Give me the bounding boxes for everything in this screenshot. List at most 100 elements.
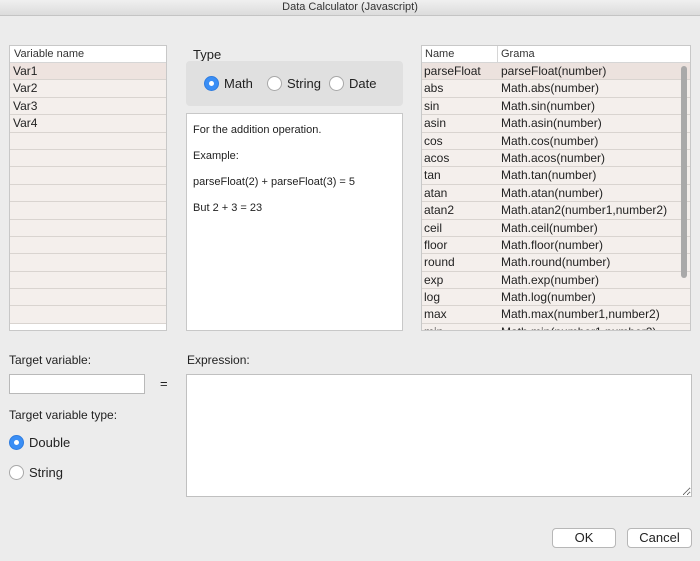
function-name-cell: min <box>422 324 498 330</box>
function-row[interactable]: floor Math.floor(number) <box>422 236 690 255</box>
function-row[interactable]: abs Math.abs(number) <box>422 80 690 98</box>
variable-row[interactable] <box>10 254 166 272</box>
help-line: For the addition operation. <box>193 124 322 136</box>
variable-row[interactable] <box>10 184 166 203</box>
function-grama-cell: Math.min(number1,number2) <box>498 324 656 330</box>
function-name-cell: max <box>424 307 447 322</box>
target-variable-type-label: Target variable type: <box>9 408 118 422</box>
function-grama-cell: Math.exp(number) <box>501 272 600 287</box>
expression-input[interactable] <box>186 374 692 497</box>
function-row[interactable]: asin Math.asin(number) <box>422 115 690 133</box>
expression-label: Expression: <box>187 353 250 367</box>
function-row[interactable]: log Math.log(number) <box>422 289 690 307</box>
function-row[interactable]: round Math.round(number) <box>422 254 690 272</box>
function-name-cell: atan <box>424 185 448 200</box>
function-grama-cell: Math.sin(number) <box>501 98 596 113</box>
variable-row[interactable] <box>10 306 166 324</box>
function-grama-cell: Math.atan2(number1,number2) <box>501 203 668 218</box>
function-name-cell: exp <box>424 272 444 287</box>
column-header-name[interactable]: Name <box>422 46 498 62</box>
radio-selected-icon[interactable] <box>9 435 24 450</box>
variable-row[interactable]: Var1 <box>10 63 166 81</box>
function-grama-cell: Math.ceil(number) <box>501 220 598 235</box>
function-grama-cell: Math.cos(number) <box>501 133 599 148</box>
variable-row[interactable]: Var3 <box>10 97 166 116</box>
function-grama-cell: parseFloat(number) <box>501 64 607 78</box>
equals-sign: = <box>160 376 168 391</box>
type-radio-string[interactable]: String <box>267 76 321 91</box>
function-row[interactable]: ceil Math.ceil(number) <box>422 219 690 237</box>
function-grama-cell: Math.acos(number) <box>501 150 606 165</box>
column-header-grama[interactable]: Grama <box>498 46 535 62</box>
function-name-cell: tan <box>424 168 441 183</box>
function-list-header: Name Grama <box>422 46 690 63</box>
variable-row[interactable] <box>10 167 166 185</box>
type-radio-label: Math <box>224 76 253 91</box>
function-grama-cell: Math.atan(number) <box>501 185 604 200</box>
help-line: But 2 + 3 = 23 <box>193 202 263 214</box>
target-type-label: String <box>29 465 63 480</box>
ok-button[interactable]: OK <box>552 528 616 548</box>
variable-row[interactable] <box>10 149 166 168</box>
help-text-box[interactable]: For the addition operation. Example: par… <box>186 113 403 331</box>
function-name-cell: abs <box>424 81 444 96</box>
target-type-radio-double[interactable]: Double <box>9 435 70 450</box>
function-name-cell: sin <box>424 98 440 113</box>
function-grama-cell: Math.tan(number) <box>501 168 597 183</box>
function-name-cell: ceil <box>424 220 443 235</box>
variable-row[interactable] <box>10 132 166 150</box>
variable-row[interactable] <box>10 202 166 220</box>
cancel-button[interactable]: Cancel <box>627 528 692 548</box>
variable-row[interactable] <box>10 236 166 255</box>
target-type-radio-string[interactable]: String <box>9 465 63 480</box>
type-radio-group: Math String Date <box>186 61 403 106</box>
function-name-cell: acos <box>424 150 450 165</box>
target-variable-label: Target variable: <box>9 353 92 367</box>
target-type-label: Double <box>29 435 71 450</box>
help-line: Example: <box>193 150 239 162</box>
variable-list[interactable]: Variable name Var1 Var2 Var3 Var4 <box>9 45 167 331</box>
function-name-cell: cos <box>424 133 443 148</box>
variable-row[interactable] <box>10 219 166 237</box>
function-grama-cell: Math.abs(number) <box>501 81 600 96</box>
variable-row[interactable]: Var4 <box>10 115 166 133</box>
function-name-cell: floor <box>424 237 448 252</box>
function-row[interactable]: max Math.max(number1,number2) <box>422 306 690 324</box>
function-row[interactable]: parseFloat parseFloat(number) <box>422 63 690 81</box>
function-grama-cell: Math.round(number) <box>501 255 611 270</box>
variable-row[interactable] <box>10 289 166 307</box>
function-name-cell: round <box>424 255 455 270</box>
window-title: Data Calculator (Javascript) <box>0 0 700 16</box>
function-row[interactable]: atan2 Math.atan2(number1,number2) <box>422 202 690 220</box>
type-radio-math[interactable]: Math <box>204 76 253 91</box>
help-line: parseFloat(2) + parseFloat(3) = 5 <box>193 176 356 188</box>
function-row[interactable]: minMath.min(number1,number2) <box>422 323 690 330</box>
variable-row[interactable] <box>10 271 166 290</box>
function-row[interactable]: exp Math.exp(number) <box>422 271 690 290</box>
function-row[interactable]: atan Math.atan(number) <box>422 184 690 203</box>
function-name-cell: log <box>424 290 441 305</box>
function-row[interactable]: sin Math.sin(number) <box>422 97 690 116</box>
function-name-cell: asin <box>424 116 447 131</box>
radio-unselected-icon[interactable] <box>9 465 24 480</box>
function-grama-cell: Math.asin(number) <box>501 116 602 131</box>
function-row[interactable]: cos Math.cos(number) <box>422 132 690 150</box>
type-radio-date[interactable]: Date <box>329 76 376 91</box>
radio-selected-icon[interactable] <box>204 76 219 91</box>
function-row[interactable]: tan Math.tan(number) <box>422 167 690 185</box>
variable-row[interactable]: Var2 <box>10 80 166 98</box>
type-label: Type <box>193 47 222 62</box>
function-name-cell: parseFloat <box>424 64 481 78</box>
function-list-scrollbar[interactable] <box>681 66 687 278</box>
function-name-cell: atan2 <box>424 203 455 218</box>
radio-unselected-icon[interactable] <box>267 76 282 91</box>
function-grama-cell: Math.log(number) <box>501 290 596 305</box>
function-grama-cell: Math.floor(number) <box>501 237 604 252</box>
function-list[interactable]: Name Grama parseFloat parseFloat(number) a… <box>421 45 691 331</box>
function-grama-cell: Math.max(number1,number2) <box>501 307 660 322</box>
function-row[interactable]: acos Math.acos(number) <box>422 149 690 168</box>
target-variable-input[interactable] <box>9 374 145 394</box>
variable-list-header[interactable]: Variable name <box>10 46 166 63</box>
type-radio-label: String <box>287 76 321 91</box>
radio-unselected-icon[interactable] <box>329 76 344 91</box>
